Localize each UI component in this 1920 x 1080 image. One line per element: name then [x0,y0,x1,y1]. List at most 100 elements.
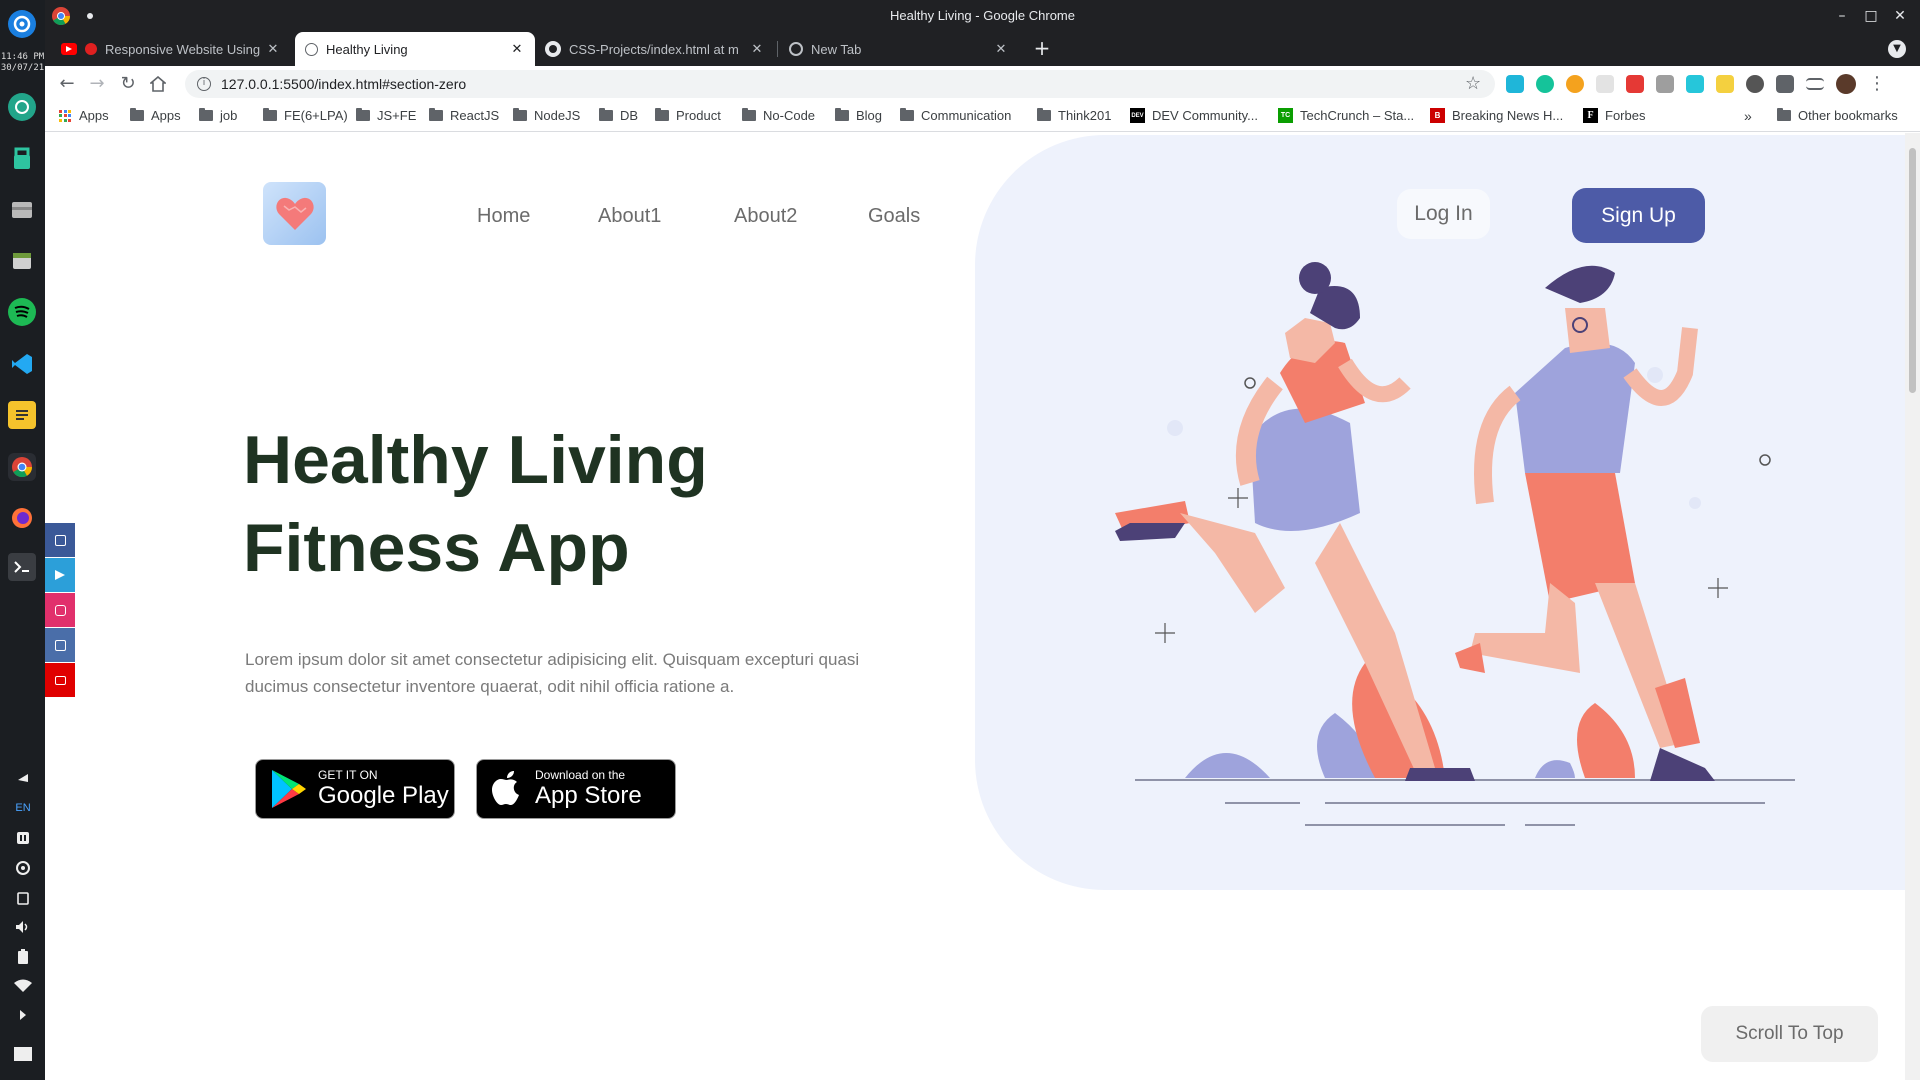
folder-icon [742,108,756,121]
bookmark-techcrunch[interactable]: TC TechCrunch – Sta... [1278,108,1414,123]
bookmark-dev-community[interactable]: DEV DEV Community... [1130,108,1258,123]
site-info-icon[interactable]: i [197,77,211,91]
bookmark-folder-nocode[interactable]: No-Code [742,108,815,123]
nav-about1[interactable]: About1 [598,205,661,228]
scrollbar-thumb[interactable] [1909,148,1916,393]
bookmark-label: ReactJS [450,108,500,123]
bookmark-forbes[interactable]: F Forbes [1583,108,1645,123]
keyboard-lang[interactable]: EN [12,797,34,819]
puzzle-icon[interactable] [1776,75,1794,93]
close-icon[interactable]: ✕ [993,41,1009,57]
files-icon[interactable] [8,196,36,224]
notes-icon[interactable] [8,401,36,429]
pause-icon[interactable] [12,827,34,849]
facebook-link[interactable] [45,523,75,557]
bag-icon[interactable] [8,144,36,172]
new-tab-button[interactable]: + [1031,38,1053,60]
nav-home[interactable]: Home [477,205,530,228]
nav-goals[interactable]: Goals [868,205,920,228]
spotify-icon[interactable] [8,298,36,326]
volume-icon[interactable] [12,916,34,938]
bookmark-folder-fe[interactable]: FE(6+LPA) [263,108,348,123]
instagram-link[interactable] [45,593,75,627]
menu-icon[interactable]: ⋮ [1865,72,1889,96]
dock-date: 30/07/21 [0,63,45,73]
settings-app-icon[interactable] [8,10,36,38]
bookmark-folder-nodejs[interactable]: NodeJS [513,108,580,123]
home-button[interactable] [146,72,170,96]
bookmark-label: DB [620,108,639,123]
folder-icon [513,108,527,121]
terminal-icon[interactable] [8,553,36,581]
wifi-icon[interactable] [12,975,34,997]
extension-icon-9[interactable] [1746,75,1764,93]
bookmark-folder-job[interactable]: job [199,108,237,123]
linkedin-link[interactable] [45,628,75,662]
chrome-icon [789,42,803,56]
firefox-icon[interactable] [8,504,36,532]
other-bookmarks[interactable]: Other bookmarks [1777,108,1898,123]
sync-icon[interactable] [12,857,34,879]
maximize-button[interactable]: □ [1861,6,1881,26]
grammarly-icon[interactable] [1536,75,1554,93]
notification-icon[interactable] [12,766,34,788]
forward-button[interactable]: → [85,72,109,96]
bookmark-folder-blog[interactable]: Blog [835,108,882,123]
extension-icon-3[interactable] [1566,75,1584,93]
reading-list-icon[interactable] [1806,78,1824,90]
show-desktop-icon[interactable] [12,1043,34,1065]
reload-button[interactable]: ↻ [116,72,140,96]
linkedin-icon [54,639,66,651]
site-logo[interactable] [263,182,326,245]
globe-icon [305,42,318,56]
nav-about2[interactable]: About2 [734,205,797,228]
extension-icon-4[interactable] [1596,75,1614,93]
address-bar[interactable]: i 127.0.0.1:5500/index.html#section-zero… [185,70,1495,98]
bookmark-apps[interactable]: Apps [59,108,109,123]
app-store-button[interactable]: Download on the App Store [476,759,676,819]
extension-icon-5[interactable] [1626,75,1644,93]
tab-healthy-living[interactable]: Healthy Living ✕ [295,32,535,66]
google-play-button[interactable]: GET IT ON Google Play [255,759,455,819]
minimize-button[interactable]: – [1832,6,1852,26]
profile-avatar-icon[interactable] [1836,74,1856,94]
extension-icon-7[interactable] [1686,75,1704,93]
chrome-icon[interactable] [8,453,36,481]
bookmark-folder-db[interactable]: DB [599,108,638,123]
expand-icon[interactable] [12,1004,34,1026]
bookmark-folder-apps[interactable]: Apps [130,108,181,123]
extension-icon-6[interactable] [1656,75,1674,93]
tab-github[interactable]: CSS-Projects/index.html at m ✕ [535,32,775,66]
close-icon[interactable]: ✕ [509,41,525,57]
bookmark-folder-reactjs[interactable]: ReactJS [429,108,499,123]
tab-separator [777,41,778,57]
close-window-button[interactable]: ✕ [1890,6,1910,26]
bookmark-star-icon[interactable]: ☆ [1465,73,1481,94]
close-icon[interactable]: ✕ [749,41,765,57]
recording-icon [85,43,97,55]
folder-icon [1037,108,1051,121]
bookmarks-overflow-icon[interactable]: » [1744,108,1752,124]
tab-youtube[interactable]: Responsive Website Using ✕ [51,32,291,66]
telegram-link[interactable] [45,558,75,592]
clipboard-icon[interactable] [12,887,34,909]
close-icon[interactable]: ✕ [265,41,281,57]
youtube-link[interactable] [45,663,75,697]
bookmark-folder-product[interactable]: Product [655,108,721,123]
tab-new-tab[interactable]: New Tab ✕ [779,32,1019,66]
back-button[interactable]: ← [55,72,79,96]
ftp-icon[interactable] [8,93,36,121]
battery-icon[interactable] [12,946,34,968]
url-text[interactable]: 127.0.0.1:5500/index.html#section-zero [221,76,466,92]
scroll-to-top-button[interactable]: Scroll To Top [1701,1006,1878,1062]
page-scrollbar[interactable] [1905,133,1920,1080]
extension-icon-1[interactable] [1506,75,1524,93]
bookmark-folder-think201[interactable]: Think201 [1037,108,1111,123]
bookmark-folder-jsfe[interactable]: JS+FE [356,108,416,123]
files-icon-2[interactable] [8,247,36,275]
extension-icon-8[interactable] [1716,75,1734,93]
tab-search-icon[interactable]: ▼ [1888,40,1906,58]
vscode-icon[interactable] [8,350,36,378]
bookmark-breaking-news[interactable]: B Breaking News H... [1430,108,1563,123]
bookmark-folder-communication[interactable]: Communication [900,108,1011,123]
